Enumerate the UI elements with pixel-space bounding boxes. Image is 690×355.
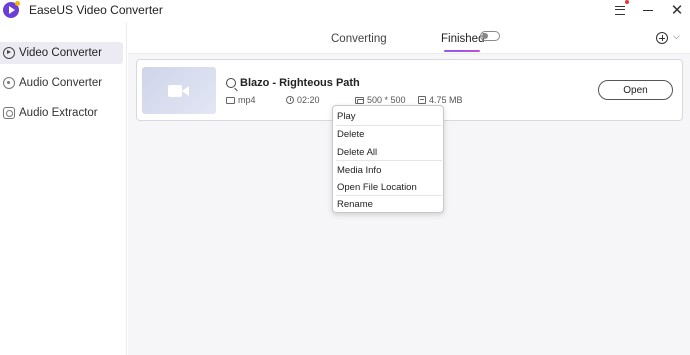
format-value: mp4	[238, 95, 256, 105]
menu-button[interactable]	[608, 0, 632, 20]
active-tab-indicator	[444, 50, 480, 52]
sidebar-item-label: Audio Extractor	[19, 107, 98, 119]
app-window: EaseUS Video Converter ✕ Video Converter…	[0, 0, 690, 355]
audio-converter-icon	[3, 77, 15, 89]
resolution-info: 500 * 500	[355, 95, 406, 105]
size-info: 4.75 MB	[418, 95, 463, 105]
file-title: Blazo - Righteous Path	[240, 77, 360, 89]
duration-info: 02:20	[286, 95, 320, 105]
video-converter-icon	[3, 47, 15, 59]
close-button[interactable]: ✕	[665, 0, 689, 20]
sidebar-item-label: Audio Converter	[19, 77, 103, 89]
video-camera-icon	[168, 84, 190, 98]
menu-item-delete[interactable]: Delete	[333, 125, 443, 143]
menu-item-rename[interactable]: Rename	[333, 195, 443, 213]
resolution-icon	[355, 96, 364, 104]
format-icon	[226, 96, 235, 104]
search-file-icon[interactable]	[226, 78, 236, 88]
sidebar-item-audio-extractor[interactable]: Audio Extractor	[0, 102, 123, 124]
menu-item-play[interactable]: Play	[333, 107, 443, 125]
file-size-icon	[418, 96, 426, 104]
context-menu: Play Delete Delete All Media Info Open F…	[332, 105, 444, 213]
resolution-value: 500 * 500	[367, 95, 406, 105]
format-info: mp4	[226, 95, 256, 105]
chevron-down-icon[interactable]: ⌵	[673, 31, 680, 42]
sidebar-item-video-converter[interactable]: Video Converter	[0, 42, 123, 64]
video-thumbnail[interactable]	[142, 67, 216, 114]
menu-item-open-file-location[interactable]: Open File Location	[333, 178, 443, 196]
size-value: 4.75 MB	[429, 95, 463, 105]
sidebar: Video Converter Audio Converter Audio Ex…	[0, 22, 127, 355]
app-title: EaseUS Video Converter	[29, 3, 163, 17]
duration-value: 02:20	[297, 95, 320, 105]
tab-converting[interactable]: Converting	[331, 33, 387, 45]
tab-finished[interactable]: Finished	[441, 33, 484, 45]
sidebar-item-label: Video Converter	[19, 47, 102, 59]
menu-item-delete-all[interactable]: Delete All	[333, 143, 443, 161]
clock-icon	[286, 96, 294, 104]
add-file-button[interactable]	[656, 32, 668, 44]
minimize-button[interactable]	[636, 0, 660, 20]
easeus-logo-icon	[3, 1, 20, 18]
close-icon: ✕	[670, 2, 684, 19]
finished-toggle[interactable]	[480, 31, 500, 41]
minimize-icon	[643, 9, 653, 11]
audio-extractor-icon	[3, 107, 15, 119]
title-bar: EaseUS Video Converter ✕	[0, 0, 690, 22]
open-button[interactable]: Open	[598, 80, 673, 100]
sidebar-item-audio-converter[interactable]: Audio Converter	[0, 72, 123, 94]
hamburger-icon	[615, 5, 625, 15]
notification-dot-icon	[625, 0, 629, 4]
tabs-bar: Converting Finished ⌵	[128, 22, 690, 54]
menu-item-media-info[interactable]: Media Info	[333, 161, 443, 179]
